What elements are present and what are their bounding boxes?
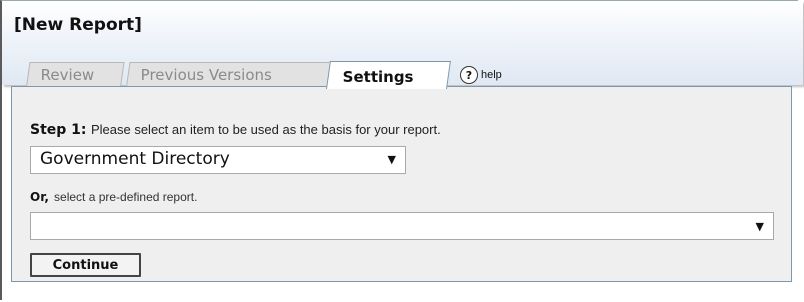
or-label: Or, bbox=[30, 190, 49, 204]
tab-previous-versions[interactable]: Previous Versions bbox=[126, 62, 333, 87]
tab-settings-label: Settings bbox=[342, 68, 414, 86]
tab-previous-versions-label: Previous Versions bbox=[140, 66, 272, 84]
item-select-value: Government Directory bbox=[40, 149, 230, 169]
help-label[interactable]: help bbox=[481, 69, 502, 81]
step1-text: Please select an item to be used as the … bbox=[90, 122, 441, 137]
help-link[interactable]: ? help bbox=[460, 65, 502, 85]
continue-button[interactable]: Continue bbox=[30, 253, 141, 277]
tab-review-label: Review bbox=[40, 66, 95, 84]
predefined-instruction: Or, select a pre-defined report. bbox=[30, 186, 197, 205]
header-bar: [New Report] Review Previous Versions Se… bbox=[2, 1, 803, 89]
help-icon[interactable]: ? bbox=[460, 66, 478, 84]
item-select[interactable]: Government Directory ▼ bbox=[30, 146, 406, 174]
step1-label: Step 1: bbox=[30, 122, 87, 138]
step1-instruction: Step 1: Please select an item to be used… bbox=[30, 122, 441, 138]
or-text: select a pre-defined report. bbox=[54, 190, 198, 204]
page-title: [New Report] bbox=[14, 15, 142, 35]
tab-review[interactable]: Review bbox=[26, 62, 125, 87]
predefined-report-select[interactable]: ▼ bbox=[30, 212, 774, 240]
tab-settings[interactable]: Settings bbox=[326, 61, 451, 89]
dropdown-arrow-icon[interactable]: ▼ bbox=[388, 153, 396, 166]
dropdown-arrow-icon[interactable]: ▼ bbox=[756, 220, 764, 233]
